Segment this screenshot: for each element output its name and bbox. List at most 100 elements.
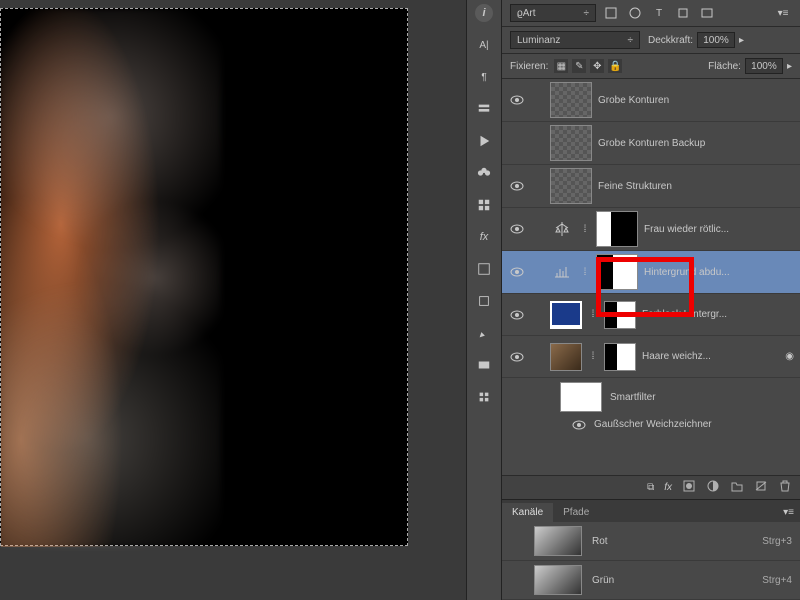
mask-thumbnail[interactable] xyxy=(596,254,638,290)
group-icon[interactable] xyxy=(730,479,744,496)
smartfilter-mask-thumbnail[interactable] xyxy=(560,382,602,412)
layer-name[interactable]: Frau wieder rötlic... xyxy=(644,224,794,235)
styles-panel-icon[interactable] xyxy=(475,388,493,406)
panel-icon-strip: i A| ¶ fx xyxy=(466,0,502,600)
visibility-toggle[interactable] xyxy=(508,352,526,362)
fx-icon[interactable]: fx xyxy=(664,482,672,493)
layer-name[interactable]: Haare weichz... xyxy=(642,351,779,362)
mask-thumbnail[interactable] xyxy=(596,211,638,247)
character-panel-icon[interactable]: A| xyxy=(475,36,493,54)
visibility-toggle[interactable] xyxy=(508,310,526,320)
layer-row[interactable]: ⁞ Farblook Hintergr... xyxy=(502,294,800,336)
layer-name[interactable]: Grobe Konturen xyxy=(598,95,794,106)
lock-label: Fixieren: xyxy=(510,61,548,72)
layer-row[interactable]: ⁞ Hintergrund abdu... xyxy=(502,251,800,294)
visibility-toggle[interactable] xyxy=(508,181,526,191)
color-panel-icon[interactable] xyxy=(475,356,493,374)
layer-name[interactable]: Feine Strukturen xyxy=(598,181,794,192)
opacity-input[interactable]: 100% xyxy=(697,32,735,48)
filter-adjustment-icon[interactable] xyxy=(626,4,644,22)
filter-type-icon[interactable]: T xyxy=(650,4,668,22)
layer-name[interactable]: Grobe Konturen Backup xyxy=(598,138,794,149)
visibility-toggle[interactable] xyxy=(570,420,588,430)
link-layers-icon[interactable]: ⧉ xyxy=(647,482,654,493)
smartfilter-row[interactable]: Smartfilter xyxy=(502,378,800,416)
opacity-flyout-icon[interactable]: ▸ xyxy=(739,35,744,46)
visibility-toggle[interactable] xyxy=(508,267,526,277)
grid-panel-icon[interactable] xyxy=(475,196,493,214)
tab-channels[interactable]: Kanäle xyxy=(502,503,553,522)
smartobject-badge-icon: ◉ xyxy=(785,351,794,362)
filter-smart-icon[interactable] xyxy=(698,4,716,22)
brush-panel-icon[interactable] xyxy=(475,100,493,118)
color-lookup-thumbnail[interactable] xyxy=(550,301,582,329)
channel-row[interactable]: Rot Strg+3 xyxy=(502,522,800,561)
layer-name[interactable]: Hintergrund abdu... xyxy=(644,267,794,278)
layer-row[interactable]: Feine Strukturen xyxy=(502,165,800,208)
link-icon[interactable]: ⁞ xyxy=(588,310,598,320)
layers-filter-row: ϱ Art ÷ T ▾≡ xyxy=(502,0,800,27)
blend-mode-value: Luminanz xyxy=(517,35,560,46)
canvas-area[interactable] xyxy=(0,0,466,600)
channel-row[interactable]: Grün Strg+4 xyxy=(502,561,800,600)
lock-icons: ▦ ✎ ✥ 🔒 xyxy=(554,59,622,73)
visibility-toggle[interactable] xyxy=(508,224,526,234)
paragraph-panel-icon[interactable]: ¶ xyxy=(475,68,493,86)
lock-fill-row: Fixieren: ▦ ✎ ✥ 🔒 Fläche: 100% ▸ xyxy=(502,54,800,79)
filter-shape-icon[interactable] xyxy=(674,4,692,22)
channels-panel: Kanäle Pfade ▾≡ Rot Strg+3 Grün Strg+4 xyxy=(502,499,800,600)
mask-thumbnail[interactable] xyxy=(604,301,636,329)
link-icon[interactable]: ⁞ xyxy=(580,224,590,234)
mask-icon[interactable] xyxy=(682,479,696,496)
fx-panel-icon[interactable]: fx xyxy=(475,228,493,246)
smartfilter-item[interactable]: Gaußscher Weichzeichner xyxy=(502,416,800,433)
layer-row[interactable]: Grobe Konturen xyxy=(502,79,800,122)
play-icon[interactable] xyxy=(475,132,493,150)
channel-thumbnail[interactable] xyxy=(534,565,582,595)
layer-thumbnail[interactable] xyxy=(550,168,592,204)
link-icon[interactable]: ⁞ xyxy=(580,267,590,277)
lock-transparency-icon[interactable]: ▦ xyxy=(554,59,568,73)
visibility-toggle[interactable] xyxy=(508,95,526,105)
tab-paths[interactable]: Pfade xyxy=(553,503,599,522)
new-layer-icon[interactable] xyxy=(754,479,768,496)
filter-label: Art xyxy=(523,8,536,19)
trash-icon[interactable] xyxy=(778,479,792,496)
fill-flyout-icon[interactable]: ▸ xyxy=(787,61,792,72)
panel-icon-1[interactable] xyxy=(475,260,493,278)
balance-adjustment-icon[interactable] xyxy=(550,217,574,241)
swatches-panel-icon[interactable] xyxy=(475,164,493,182)
layers-list[interactable]: Grobe Konturen Grobe Konturen Backup Fei… xyxy=(502,79,800,475)
filter-type-dropdown[interactable]: ϱ Art ÷ xyxy=(510,4,596,22)
layer-name[interactable]: Farblook Hintergr... xyxy=(642,309,794,320)
channel-name: Grün xyxy=(592,575,752,586)
channel-shortcut: Strg+3 xyxy=(762,536,792,547)
mask-thumbnail[interactable] xyxy=(604,343,636,371)
fill-input[interactable]: 100% xyxy=(745,58,783,74)
layer-thumbnail[interactable] xyxy=(550,343,582,371)
panel-menu-icon[interactable]: ▾≡ xyxy=(777,503,800,522)
layer-thumbnail[interactable] xyxy=(550,82,592,118)
lock-pixels-icon[interactable]: ✎ xyxy=(572,59,586,73)
blend-mode-dropdown[interactable]: Luminanz÷ xyxy=(510,31,640,49)
channel-thumbnail[interactable] xyxy=(534,526,582,556)
document-canvas[interactable] xyxy=(0,8,408,546)
layers-footer: ⧉ fx xyxy=(502,475,800,499)
link-icon[interactable]: ⁞ xyxy=(588,352,598,362)
lock-position-icon[interactable]: ✥ xyxy=(590,59,604,73)
brush-icon[interactable] xyxy=(475,324,493,342)
levels-adjustment-icon[interactable] xyxy=(550,260,574,284)
lock-all-icon[interactable]: 🔒 xyxy=(608,59,622,73)
layer-thumbnail[interactable] xyxy=(550,125,592,161)
info-icon[interactable]: i xyxy=(475,4,493,22)
adjustment-icon[interactable] xyxy=(706,479,720,496)
fill-label: Fläche: xyxy=(708,61,741,72)
panel-menu-icon[interactable]: ▾≡ xyxy=(774,4,792,22)
layer-row[interactable]: ⁞ Frau wieder rötlic... xyxy=(502,208,800,251)
opacity-label: Deckkraft: xyxy=(648,35,693,46)
filter-name: Gaußscher Weichzeichner xyxy=(594,419,712,430)
filter-pixel-icon[interactable] xyxy=(602,4,620,22)
layer-row[interactable]: ⁞ Haare weichz... ◉ xyxy=(502,336,800,378)
panel-icon-2[interactable] xyxy=(475,292,493,310)
layer-row[interactable]: Grobe Konturen Backup xyxy=(502,122,800,165)
